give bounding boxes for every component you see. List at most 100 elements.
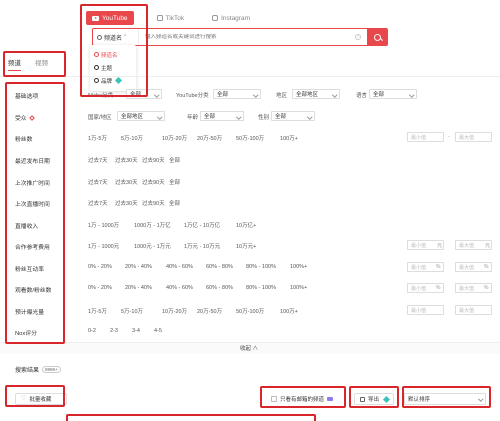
region-label: 地区 <box>276 93 288 99</box>
search-type-select[interactable]: 频道名 ^ <box>93 29 139 45</box>
dropdown-item-channel[interactable]: 频道名 <box>90 48 136 61</box>
dropdown-item-channel-label: 频道名 <box>101 52 118 59</box>
view-ratio-option-6[interactable]: 100%+ <box>290 285 307 291</box>
last-live-option-2[interactable]: 过去30天 <box>115 199 138 207</box>
last-live-option-1[interactable]: 过去7天 <box>88 199 108 207</box>
youtube-category-select[interactable]: 全部 <box>213 89 261 99</box>
last-promo-option-2[interactable]: 过去30天 <box>115 178 138 186</box>
view-ratio-option-5[interactable]: 80% - 100% <box>246 285 276 291</box>
collapse-bar: 收起 ∧ <box>0 342 500 354</box>
instagram-icon <box>212 15 219 21</box>
filter-label-est-views: 预计曝光量 <box>15 310 44 316</box>
export-label: 导出 <box>368 397 380 403</box>
tab-tiktok[interactable]: TikTok <box>152 11 190 25</box>
filter-label-view-ratio: 观看数/粉丝数 <box>15 288 52 294</box>
live-income-option-4[interactable]: 10万亿+ <box>236 221 256 229</box>
tab-youtube[interactable]: YouTube <box>86 11 134 25</box>
age-select[interactable]: 全部 <box>200 111 244 121</box>
engagement-option-3[interactable]: 40% - 60% <box>166 264 193 270</box>
tab-channel[interactable]: 频道 <box>8 57 21 71</box>
tab-instagram-label: Instagram <box>221 14 250 22</box>
last-promo-option-1[interactable]: 过去7天 <box>88 178 108 186</box>
est-views-option-2[interactable]: 5万-10万 <box>121 307 143 315</box>
batch-collect-button[interactable]: ♡ 批量收藏 <box>15 393 67 405</box>
last-post-option-2[interactable]: 过去30天 <box>115 156 138 164</box>
region-select[interactable]: 全部地区 <box>292 89 340 99</box>
heart-icon: ♡ <box>21 396 27 402</box>
language-label: 语言 <box>356 93 368 99</box>
niche-select[interactable]: 全部 <box>126 89 162 99</box>
brand-icon <box>94 78 99 83</box>
subs-option-1[interactable]: 1万-5万 <box>88 134 107 142</box>
search-input[interactable] <box>139 34 355 40</box>
est-views-max-input[interactable]: 最大值 <box>455 305 492 315</box>
range-dash: - <box>448 134 450 140</box>
est-views-option-6[interactable]: 100万+ <box>280 307 298 315</box>
view-ratio-max-unit: % <box>484 285 489 291</box>
view-ratio-option-4[interactable]: 60% - 80% <box>206 285 233 291</box>
coop-cost-option-1[interactable]: 1万 - 1000元 <box>88 242 119 250</box>
tab-instagram[interactable]: Instagram <box>207 11 255 25</box>
last-post-option-4[interactable]: 全部 <box>169 156 180 164</box>
live-income-option-1[interactable]: 1万 - 1000万 <box>88 221 119 229</box>
last-post-option-1[interactable]: 过去7天 <box>88 156 108 164</box>
live-income-option-3[interactable]: 1万亿 - 10万亿 <box>184 221 220 229</box>
subs-max-input[interactable]: 最大值 <box>455 132 492 142</box>
subs-option-2[interactable]: 5万-10万 <box>121 134 143 142</box>
highlight-list-header <box>66 414 316 421</box>
language-select[interactable]: 全部 <box>369 89 417 99</box>
est-views-option-5[interactable]: 50万-100万 <box>236 307 264 315</box>
engagement-option-6[interactable]: 100%+ <box>290 264 307 270</box>
sort-select[interactable]: 默认排序 <box>404 393 486 405</box>
nox-option-4[interactable]: 4-5 <box>154 328 162 334</box>
last-live-option-4[interactable]: 全部 <box>169 199 180 207</box>
country-select[interactable]: 全部地区 <box>117 111 165 121</box>
est-views-min-input[interactable]: 最小值 <box>407 305 444 315</box>
nox-option-2[interactable]: 2-3 <box>110 328 118 334</box>
divider <box>0 76 500 77</box>
search-button[interactable] <box>367 28 387 46</box>
view-ratio-min-unit: % <box>436 285 441 291</box>
live-income-option-2[interactable]: 1000万 - 1万亿 <box>134 221 171 229</box>
subs-option-4[interactable]: 20万-50万 <box>197 134 222 142</box>
engagement-min-unit: % <box>436 264 441 270</box>
filter-label-basic: 基础选项 <box>15 94 39 100</box>
view-ratio-option-1[interactable]: 0% - 20% <box>88 285 112 291</box>
engagement-max-unit: % <box>484 264 489 270</box>
last-promo-option-3[interactable]: 过去90天 <box>142 178 165 186</box>
coop-cost-option-4[interactable]: 10万元+ <box>236 242 256 250</box>
subs-min-input[interactable]: 最小值 <box>407 132 444 142</box>
coop-cost-option-3[interactable]: 1万元 - 10万元 <box>184 242 220 250</box>
view-ratio-option-3[interactable]: 40% - 60% <box>166 285 193 291</box>
view-ratio-option-2[interactable]: 20% - 40% <box>125 285 152 291</box>
tab-video[interactable]: 视频 <box>35 57 48 71</box>
nox-option-3[interactable]: 3-4 <box>132 328 140 334</box>
est-views-option-1[interactable]: 1万-5万 <box>88 307 107 315</box>
subs-option-5[interactable]: 50万-100万 <box>236 134 264 142</box>
filter-label-last-live: 上次直播时间 <box>15 202 50 208</box>
help-icon[interactable]: ? <box>355 34 361 40</box>
est-views-option-3[interactable]: 10万-20万 <box>162 307 187 315</box>
gender-select[interactable]: 全部 <box>271 111 315 121</box>
tiktok-icon <box>156 15 163 21</box>
contact-filter[interactable]: 只看有邮箱的频道 <box>266 393 342 405</box>
engagement-option-1[interactable]: 0% - 20% <box>88 264 112 270</box>
engagement-option-4[interactable]: 60% - 80% <box>206 264 233 270</box>
coop-cost-option-2[interactable]: 1000元 - 1万元 <box>134 242 171 250</box>
last-post-option-3[interactable]: 过去90天 <box>142 156 165 164</box>
nox-option-1[interactable]: 0-2 <box>88 328 96 334</box>
search-type-label: 频道名 <box>104 35 123 42</box>
export-button[interactable]: 导出 <box>354 393 394 405</box>
gender-label: 性别 <box>258 115 270 121</box>
dropdown-item-topic[interactable]: 主题 <box>90 61 136 74</box>
last-promo-option-4[interactable]: 全部 <box>169 178 180 186</box>
subs-option-3[interactable]: 10万-20万 <box>162 134 187 142</box>
subs-option-6[interactable]: 100万+ <box>280 134 298 142</box>
est-views-option-4[interactable]: 20万-50万 <box>197 307 222 315</box>
engagement-option-5[interactable]: 80% - 100% <box>246 264 276 270</box>
results-count: 9999+ <box>42 366 61 373</box>
engagement-option-2[interactable]: 20% - 40% <box>125 264 152 270</box>
collapse-button[interactable]: 收起 ∧ <box>240 344 258 352</box>
contact-checkbox[interactable] <box>271 396 277 402</box>
last-live-option-3[interactable]: 过去90天 <box>142 199 165 207</box>
